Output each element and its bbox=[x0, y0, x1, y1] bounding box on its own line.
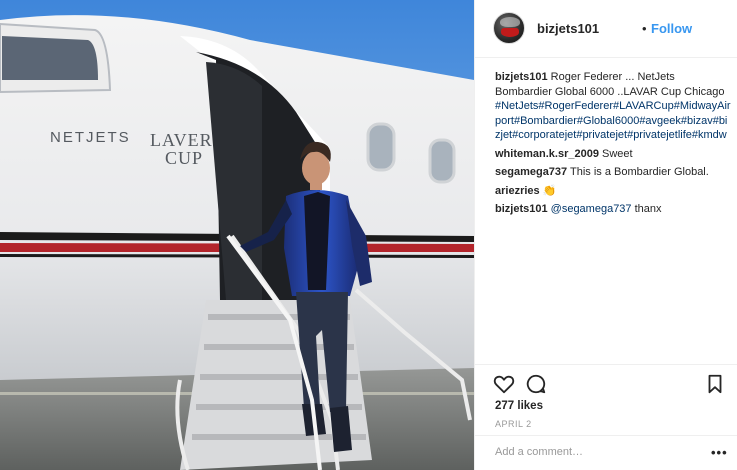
like-count[interactable]: 277 likes bbox=[495, 400, 543, 412]
bookmark-icon[interactable] bbox=[704, 373, 726, 395]
post-header: bizjets101 • Follow bbox=[475, 0, 737, 58]
caption-username[interactable]: bizjets101 bbox=[495, 71, 548, 83]
list-item: whiteman.k.sr_2009 Sweet bbox=[495, 147, 731, 162]
clapping-emoji: 👏 bbox=[542, 184, 557, 197]
more-options-icon[interactable]: ••• bbox=[711, 445, 728, 460]
post-actions: 277 likes APRIL 2 ••• bbox=[475, 364, 737, 470]
post-photo[interactable]: NETJETS LAVER CUP bbox=[0, 0, 474, 470]
list-item: bizjets101 @segamega737 thanx bbox=[495, 202, 731, 217]
avatar[interactable] bbox=[493, 12, 525, 44]
comment-username[interactable]: bizjets101 bbox=[495, 203, 548, 215]
caption: bizjets101 Roger Federer ... NetJets Bom… bbox=[495, 70, 731, 143]
comment-text: thanx bbox=[634, 203, 662, 215]
laver-logo-bottom: CUP bbox=[165, 148, 203, 168]
follow-button[interactable]: Follow bbox=[651, 21, 692, 36]
comment-input[interactable] bbox=[495, 446, 695, 458]
comments-list: bizjets101 Roger Federer ... NetJets Bom… bbox=[495, 70, 731, 221]
comment-username[interactable]: segamega737 bbox=[495, 166, 567, 178]
add-comment-bar: ••• bbox=[475, 435, 737, 470]
comment-username[interactable]: ariezries bbox=[495, 185, 540, 197]
post-details-panel: bizjets101 • Follow bizjets101 Roger Fed… bbox=[474, 0, 737, 470]
list-item: segamega737 This is a Bombardier Global. bbox=[495, 165, 731, 180]
list-item: ariezries 👏 bbox=[495, 184, 731, 199]
comment-mention[interactable]: @segamega737 bbox=[551, 203, 632, 215]
post-date: APRIL 2 bbox=[495, 419, 532, 429]
separator-dot: • bbox=[642, 21, 647, 36]
comment-text: Sweet bbox=[602, 147, 633, 160]
heart-icon[interactable] bbox=[493, 373, 515, 395]
laver-logo-top: LAVER bbox=[150, 130, 213, 150]
comment-text: This is a Bombardier Global. bbox=[570, 166, 709, 178]
caption-hashtags[interactable]: #NetJets#RogerFederer#LAVARCup#MidwayAir… bbox=[495, 100, 731, 141]
comment-username[interactable]: whiteman.k.sr_2009 bbox=[495, 148, 599, 160]
netjets-logo-text: NETJETS bbox=[50, 129, 131, 146]
comment-bubble-icon[interactable] bbox=[525, 373, 547, 395]
profile-username[interactable]: bizjets101 bbox=[537, 21, 599, 36]
